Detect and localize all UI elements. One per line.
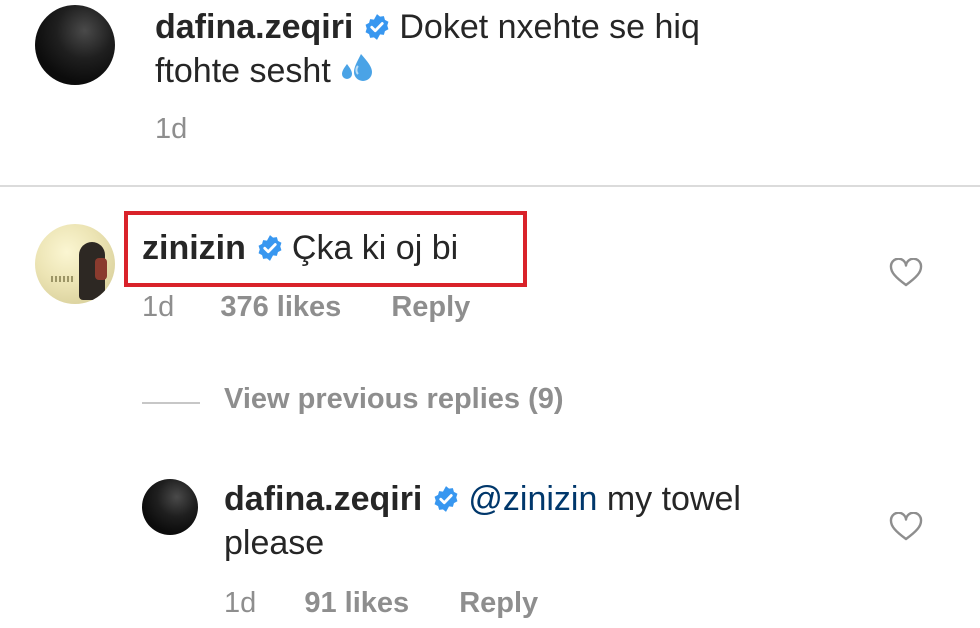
comment-1-line2: ftohte sesht bbox=[155, 50, 377, 92]
comment-2-reply-button[interactable]: Reply bbox=[391, 291, 470, 323]
reply-1-mention[interactable]: @zinizin bbox=[468, 480, 597, 518]
comment-1-username[interactable]: dafina.zeqiri bbox=[155, 8, 353, 46]
reply-1-line2: please bbox=[224, 522, 324, 564]
sweat-droplets-icon bbox=[341, 54, 372, 81]
comment-1: dafina.zeqiri Doket nxehte se hiq bbox=[155, 6, 700, 48]
reply-1-text-line1: my towel bbox=[597, 480, 741, 518]
reply-1-text-line2: please bbox=[224, 524, 325, 562]
comment-1-time: 1d bbox=[155, 113, 188, 145]
comment-2-meta: 1d 376 likes Reply bbox=[142, 291, 470, 324]
reply-1-reply-button[interactable]: Reply bbox=[459, 587, 538, 619]
view-previous-replies-button[interactable]: View previous replies (9) bbox=[224, 383, 564, 416]
reply-1: dafina.zeqiri @zinizin my towel bbox=[224, 478, 741, 520]
divider bbox=[0, 185, 980, 187]
comment-2: zinizin Çka ki oj bi bbox=[142, 227, 458, 269]
comment-1-text-line1: Doket nxehte se hiq bbox=[399, 8, 700, 46]
replies-divider-line bbox=[142, 402, 200, 404]
avatar-dafina-zeqiri[interactable] bbox=[35, 5, 115, 85]
comment-2-likes[interactable]: 376 likes bbox=[220, 291, 341, 323]
verified-badge-icon bbox=[365, 14, 389, 40]
avatar-detail bbox=[51, 276, 75, 282]
comment-2-time: 1d bbox=[142, 291, 175, 323]
comment-2-text: Çka ki oj bi bbox=[291, 229, 459, 267]
comment-2-username[interactable]: zinizin bbox=[142, 229, 246, 267]
reply-1-meta: 1d 91 likes Reply bbox=[224, 587, 538, 620]
avatar-zinizin[interactable] bbox=[35, 224, 115, 304]
avatar-figure-detail bbox=[95, 258, 107, 280]
verified-badge-icon bbox=[258, 235, 282, 261]
avatar-dafina-zeqiri-reply[interactable] bbox=[142, 479, 198, 535]
verified-badge-icon bbox=[434, 486, 458, 512]
comment-1-text-line2: ftohte sesht bbox=[155, 52, 331, 90]
reply-1-likes[interactable]: 91 likes bbox=[304, 587, 409, 619]
heart-icon[interactable] bbox=[889, 258, 923, 288]
reply-1-time: 1d bbox=[224, 587, 257, 619]
heart-icon[interactable] bbox=[889, 512, 923, 542]
reply-1-username[interactable]: dafina.zeqiri bbox=[224, 480, 422, 518]
